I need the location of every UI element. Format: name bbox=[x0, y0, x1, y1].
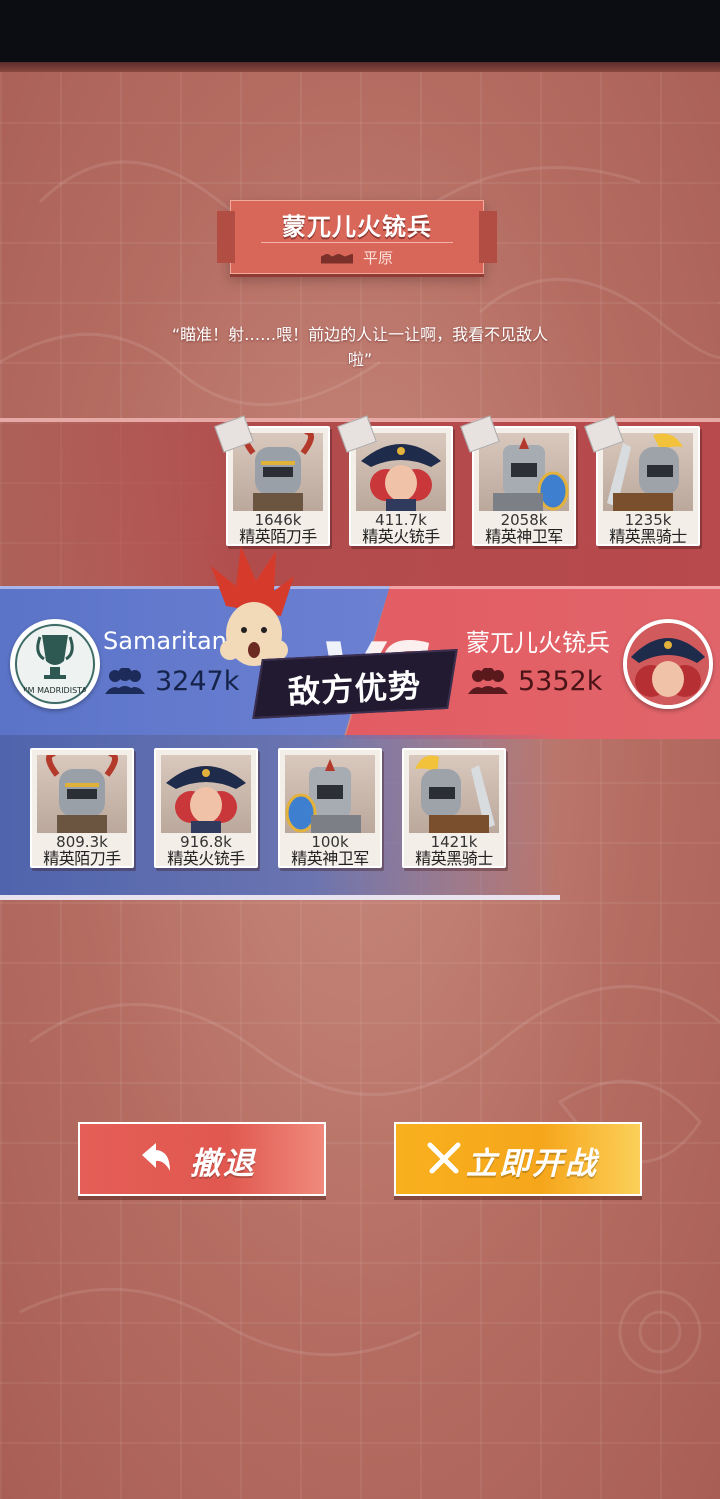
unit-name: 精英火铳手 bbox=[362, 527, 440, 546]
enemy-title-plate: 蒙兀儿火铳兵 平原 bbox=[217, 200, 497, 274]
unit-name: 精英火铳手 bbox=[167, 849, 245, 868]
unit-name: 精英神卫军 bbox=[291, 849, 369, 868]
terrain-icon bbox=[320, 253, 353, 264]
enemy-power-row: 5352k bbox=[466, 666, 602, 701]
ally-unit-card[interactable]: 809.3k 精英陌刀手 bbox=[30, 748, 140, 872]
unit-name: 精英黑骑士 bbox=[609, 527, 687, 546]
unit-power: 411.7k bbox=[375, 511, 427, 529]
unit-power: 809.3k bbox=[56, 833, 108, 851]
enemy-unit-card[interactable]: 411.7k 精英火铳手 bbox=[337, 415, 459, 550]
unit-name: 精英神卫军 bbox=[485, 527, 563, 546]
retreat-label: 撤退 bbox=[190, 1146, 256, 1182]
enemy-power-value: 5352k bbox=[518, 666, 603, 697]
knight-horned-portrait bbox=[242, 433, 314, 511]
badge-text: I'M MADRIDISTA bbox=[23, 686, 87, 695]
unit-power: 1235k bbox=[624, 511, 672, 529]
musketeer-portrait bbox=[166, 766, 246, 833]
swords-icon bbox=[427, 1142, 461, 1174]
unit-portrait bbox=[479, 433, 569, 511]
unit-power: 1646k bbox=[254, 511, 302, 529]
black-knight-portrait bbox=[607, 433, 683, 511]
enemy-unit-card[interactable]: 2058k 精英神卫军 bbox=[460, 415, 582, 550]
advantage-text: 敌方优势 bbox=[286, 666, 423, 712]
ally-unit-card[interactable]: 100k 精英神卫军 bbox=[278, 748, 388, 872]
musketeer-avatar-icon bbox=[627, 623, 709, 705]
unit-name: 精英黑骑士 bbox=[415, 849, 493, 868]
unit-portrait bbox=[356, 433, 446, 511]
card-frame: 916.8k 精英火铳手 bbox=[154, 748, 258, 868]
unit-power: 916.8k bbox=[180, 833, 232, 851]
retreat-arrow-icon bbox=[142, 1143, 170, 1171]
trophy-badge-icon: I'M MADRIDISTA bbox=[15, 624, 95, 704]
users-icon bbox=[103, 667, 147, 701]
unit-portrait bbox=[37, 755, 127, 833]
enemy-avatar[interactable] bbox=[623, 619, 713, 709]
card-frame: 1421k 精英黑骑士 bbox=[402, 748, 506, 868]
musketeer-portrait bbox=[361, 444, 441, 511]
ally-unit-card[interactable]: 916.8k 精英火铳手 bbox=[154, 748, 264, 872]
terrain-label: 平原 bbox=[362, 249, 393, 267]
unit-power: 100k bbox=[311, 833, 349, 851]
terrain-row: 平原 bbox=[231, 247, 483, 268]
unit-name: 精英陌刀手 bbox=[43, 849, 121, 868]
card-frame: 809.3k 精英陌刀手 bbox=[30, 748, 134, 868]
enemy-player-name: 蒙兀儿火铳兵 bbox=[466, 629, 610, 657]
fight-now-label: 立即开战 bbox=[466, 1146, 598, 1182]
status-bar bbox=[0, 0, 720, 62]
retreat-button[interactable]: 撤退 bbox=[78, 1122, 326, 1196]
unit-power: 1421k bbox=[430, 833, 478, 851]
unit-portrait bbox=[603, 433, 693, 511]
divine-guard-portrait bbox=[493, 437, 569, 511]
knight-horned-portrait bbox=[46, 755, 118, 833]
advantage-banner: 敌方优势 bbox=[252, 648, 458, 720]
versus-bar: I'M MADRIDISTA Samaritan 3247k 蒙兀儿火铳兵 53… bbox=[0, 546, 720, 739]
enemy-unit-card[interactable]: 1646k 精英陌刀手 bbox=[214, 415, 336, 550]
unit-portrait bbox=[161, 755, 251, 833]
card-frame: 100k 精英神卫军 bbox=[278, 748, 382, 868]
enemy-title: 蒙兀儿火铳兵 bbox=[282, 213, 432, 241]
unit-portrait bbox=[285, 755, 375, 833]
unit-power: 2058k bbox=[500, 511, 548, 529]
unit-name: 精英陌刀手 bbox=[239, 527, 317, 546]
title-divider bbox=[261, 242, 453, 243]
black-knight-portrait bbox=[415, 755, 495, 833]
divine-guard-portrait bbox=[285, 759, 361, 833]
fight-now-button[interactable]: 立即开战 bbox=[394, 1122, 642, 1196]
ally-avatar[interactable]: I'M MADRIDISTA bbox=[10, 619, 100, 709]
ally-unit-card[interactable]: 1421k 精英黑骑士 bbox=[402, 748, 512, 872]
enemy-unit-card[interactable]: 1235k 精英黑骑士 bbox=[584, 415, 706, 550]
unit-quote: “瞄准！射……喂！前边的人让一让啊，我看不见敌人啦” bbox=[171, 325, 549, 369]
unit-portrait bbox=[409, 755, 499, 833]
unit-portrait bbox=[233, 433, 323, 511]
users-icon bbox=[466, 667, 510, 701]
